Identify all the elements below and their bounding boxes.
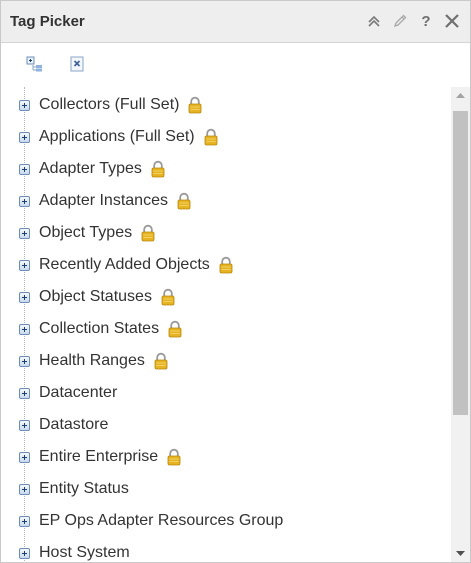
deselect-all-icon[interactable] [67, 54, 87, 74]
expand-plus-icon[interactable] [19, 515, 30, 527]
tree-item-label: Applications (Full Set) [39, 128, 195, 145]
tree-item[interactable]: EP Ops Adapter Resources Group [19, 509, 283, 533]
lock-icon [203, 128, 219, 146]
tree-item[interactable]: Datacenter [19, 381, 117, 405]
help-icon[interactable]: ? [416, 11, 436, 31]
tree-item-label: Recently Added Objects [39, 256, 210, 273]
expand-plus-icon[interactable] [19, 323, 30, 335]
tree-item-label: Object Statuses [39, 288, 152, 305]
expand-plus-icon[interactable] [19, 195, 30, 207]
expand-plus-icon[interactable] [19, 483, 30, 495]
tree-item[interactable]: Host System [19, 541, 130, 562]
tree-item-label: EP Ops Adapter Resources Group [39, 512, 284, 529]
tree-item-label: Collectors (Full Set) [39, 96, 180, 113]
tree-item[interactable]: Adapter Types [19, 157, 166, 181]
tree-item[interactable]: Recently Added Objects [19, 253, 234, 277]
expand-plus-icon[interactable] [19, 451, 30, 463]
tree-item[interactable]: Applications (Full Set) [19, 125, 219, 149]
tag-tree: Collectors (Full Set) Applications (Full … [1, 87, 451, 562]
expand-all-icon[interactable] [25, 54, 45, 74]
svg-text:?: ? [421, 13, 430, 30]
tree-item[interactable]: Object Types [19, 221, 156, 245]
expand-plus-icon[interactable] [19, 99, 30, 111]
tree-item[interactable]: Collectors (Full Set) [19, 93, 203, 117]
lock-icon [176, 192, 192, 210]
lock-icon [150, 160, 166, 178]
expand-plus-icon[interactable] [19, 259, 30, 271]
tree-item-label: Entity Status [39, 480, 129, 497]
tree-item[interactable]: Collection States [19, 317, 183, 341]
lock-icon [166, 448, 182, 466]
tree-item-label: Host System [39, 544, 130, 561]
collapse-icon[interactable] [364, 11, 384, 31]
tree-item-label: Object Types [39, 224, 133, 241]
tree-item[interactable]: Object Statuses [19, 285, 176, 309]
lock-icon [218, 256, 234, 274]
tree-item[interactable]: Datastore [19, 413, 108, 437]
expand-plus-icon[interactable] [19, 163, 30, 175]
tree-item-label: Collection States [39, 320, 160, 337]
lock-icon [153, 352, 169, 370]
expand-plus-icon[interactable] [19, 131, 30, 143]
panel-toolbar [1, 44, 470, 86]
lock-icon [187, 96, 203, 114]
expand-plus-icon[interactable] [19, 227, 30, 239]
tree-item-label: Adapter Types [39, 160, 142, 177]
close-icon[interactable] [442, 11, 462, 31]
tree-item-label: Adapter Instances [39, 192, 168, 209]
tree-item[interactable]: Entire Enterprise [19, 445, 182, 469]
tree-item[interactable]: Entity Status [19, 477, 129, 501]
expand-plus-icon[interactable] [19, 419, 30, 431]
edit-icon[interactable] [390, 11, 410, 31]
lock-icon [160, 288, 176, 306]
panel-title: Tag Picker [10, 13, 85, 30]
scroll-up-arrow-icon[interactable] [451, 87, 470, 104]
panel-titlebar: Tag Picker ? [1, 1, 470, 43]
scroll-down-arrow-icon[interactable] [451, 545, 470, 562]
expand-plus-icon[interactable] [19, 355, 30, 367]
vertical-scrollbar[interactable] [451, 87, 470, 562]
tree-item-label: Datastore [39, 416, 109, 433]
tree-item-label: Datacenter [39, 384, 118, 401]
tree-item[interactable]: Adapter Instances [19, 189, 192, 213]
scrollbar-thumb[interactable] [453, 111, 468, 415]
tree-item-label: Entire Enterprise [39, 448, 159, 465]
expand-plus-icon[interactable] [19, 291, 30, 303]
tree-item-label: Health Ranges [39, 352, 145, 369]
expand-plus-icon[interactable] [19, 387, 30, 399]
expand-plus-icon[interactable] [19, 547, 30, 559]
lock-icon [167, 320, 183, 338]
tree-item[interactable]: Health Ranges [19, 349, 169, 373]
lock-icon [140, 224, 156, 242]
tag-picker-panel: Tag Picker ? Collectors (Full Set) Appli… [0, 0, 471, 563]
